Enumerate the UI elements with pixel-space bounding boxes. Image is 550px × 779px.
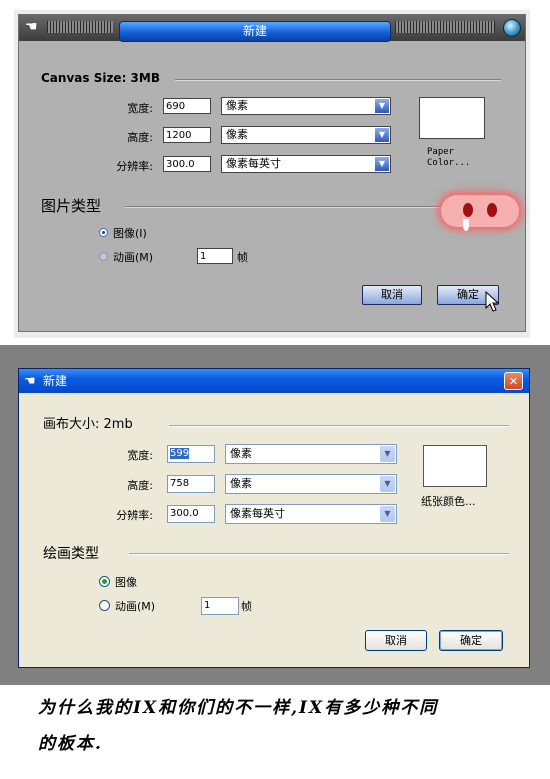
paper-color-swatch[interactable]: [423, 445, 487, 487]
resolution-unit-select[interactable]: 像素每英寸 ▼: [221, 155, 391, 173]
width-label: 宽度:: [127, 102, 153, 115]
dialog-new-xp: ☚ 新建 ✕ 画布大小: 2mb 宽度: 599 像素 ▼ 高度: 758 像素…: [18, 368, 530, 668]
title-grill-left: [47, 21, 113, 33]
tooth: [463, 219, 469, 231]
paper-color-label[interactable]: 纸张颜色...: [421, 493, 476, 509]
resolution-input[interactable]: 300.0: [167, 505, 215, 523]
width-unit-select[interactable]: 像素 ▼: [225, 444, 397, 464]
resolution-unit-select[interactable]: 像素每英寸 ▼: [225, 504, 397, 524]
height-unit-select[interactable]: 像素 ▼: [225, 474, 397, 494]
radio-animation[interactable]: [99, 600, 110, 611]
height-label: 高度:: [127, 479, 153, 492]
height-unit-select[interactable]: 像素 ▼: [221, 126, 391, 144]
close-orb-icon[interactable]: [503, 19, 521, 37]
title-bar[interactable]: ☚ 新建 ✕: [19, 369, 529, 393]
chevron-down-icon[interactable]: ▼: [380, 506, 395, 522]
chevron-down-icon[interactable]: ▼: [380, 446, 395, 462]
section-divider: [169, 425, 509, 427]
width-input[interactable]: 599: [167, 445, 215, 463]
radio-image[interactable]: [99, 228, 108, 237]
drawing-type-header: 绘画类型: [43, 546, 99, 562]
resolution-label: 分辨率:: [116, 160, 153, 173]
ok-button[interactable]: 确定: [439, 630, 503, 651]
dialog-title: 新建: [119, 21, 391, 42]
arrow-cursor-icon: [485, 291, 500, 312]
width-input[interactable]: 690: [163, 98, 211, 114]
section-divider: [125, 206, 443, 208]
title-bar[interactable]: ☚ 新建: [19, 15, 525, 42]
picture-type-header: 图片类型: [41, 197, 102, 215]
chevron-down-icon[interactable]: ▼: [380, 476, 395, 492]
paper-color-line1: Paper: [427, 147, 455, 157]
height-input[interactable]: 758: [167, 475, 215, 493]
close-button[interactable]: ✕: [504, 372, 523, 390]
cancel-button[interactable]: 取消: [362, 285, 422, 305]
section-divider: [129, 553, 509, 555]
dialog-window: ☚ 新建 Canvas Size: 3MB 宽度: 690 像素 ▼ 高度: 1…: [18, 14, 526, 332]
radio-image-label[interactable]: 图像(I): [113, 225, 147, 241]
radio-image[interactable]: [99, 576, 110, 587]
hand-icon: ☚: [25, 19, 38, 35]
caption-line-1: 为什么我的IX和你们的不一样,IX有多少种不同: [38, 698, 439, 718]
radio-animation[interactable]: [99, 252, 108, 261]
dialog-title: 新建: [43, 374, 68, 388]
width-unit-select[interactable]: 像素 ▼: [221, 97, 391, 115]
radio-animation-label[interactable]: 动画(M): [115, 598, 155, 614]
title-grill-right: [395, 21, 495, 33]
height-unit-value: 像素: [226, 128, 248, 141]
frames-unit-label: 帧: [237, 251, 248, 264]
question-caption: 为什么我的IX和你们的不一样,IX有多少种不同 的板本.: [38, 690, 538, 762]
resolution-unit-value: 像素每英寸: [226, 157, 281, 170]
radio-image-label[interactable]: 图像: [115, 574, 137, 590]
resolution-unit-value: 像素每英寸: [230, 507, 285, 520]
paper-color-line2: Color...: [427, 158, 471, 168]
cancel-button[interactable]: 取消: [365, 630, 427, 651]
height-unit-value: 像素: [230, 477, 252, 490]
paper-color-swatch[interactable]: [419, 97, 485, 139]
canvas-size-label: 画布大小: 2mb: [43, 417, 133, 432]
caption-line-2: 的板本.: [38, 734, 103, 754]
section-divider: [175, 79, 501, 81]
frames-input[interactable]: 1: [201, 597, 239, 615]
chevron-down-icon[interactable]: ▼: [375, 99, 389, 113]
width-unit-value: 像素: [230, 447, 252, 460]
width-label: 宽度:: [127, 449, 153, 462]
height-label: 高度:: [127, 131, 153, 144]
radio-animation-label[interactable]: 动画(M): [113, 249, 153, 265]
pig-nose-decoration: [441, 195, 519, 231]
nostril: [487, 203, 497, 217]
width-value: 599: [170, 448, 190, 459]
resolution-input[interactable]: 300.0: [163, 156, 211, 172]
frames-unit-label: 帧: [241, 600, 252, 613]
hand-icon: ☚: [24, 374, 36, 389]
chevron-down-icon[interactable]: ▼: [375, 157, 389, 171]
chevron-down-icon[interactable]: ▼: [375, 128, 389, 142]
nostril: [463, 203, 473, 217]
dialog-new-skinned: ☚ 新建 Canvas Size: 3MB 宽度: 690 像素 ▼ 高度: 1…: [14, 10, 530, 338]
height-input[interactable]: 1200: [163, 127, 211, 143]
width-unit-value: 像素: [226, 99, 248, 112]
resolution-label: 分辨率:: [116, 509, 153, 522]
paper-color-label: Paper Color...: [427, 147, 470, 169]
frames-input[interactable]: 1: [197, 248, 233, 264]
canvas-size-label: Canvas Size: 3MB: [41, 71, 160, 85]
